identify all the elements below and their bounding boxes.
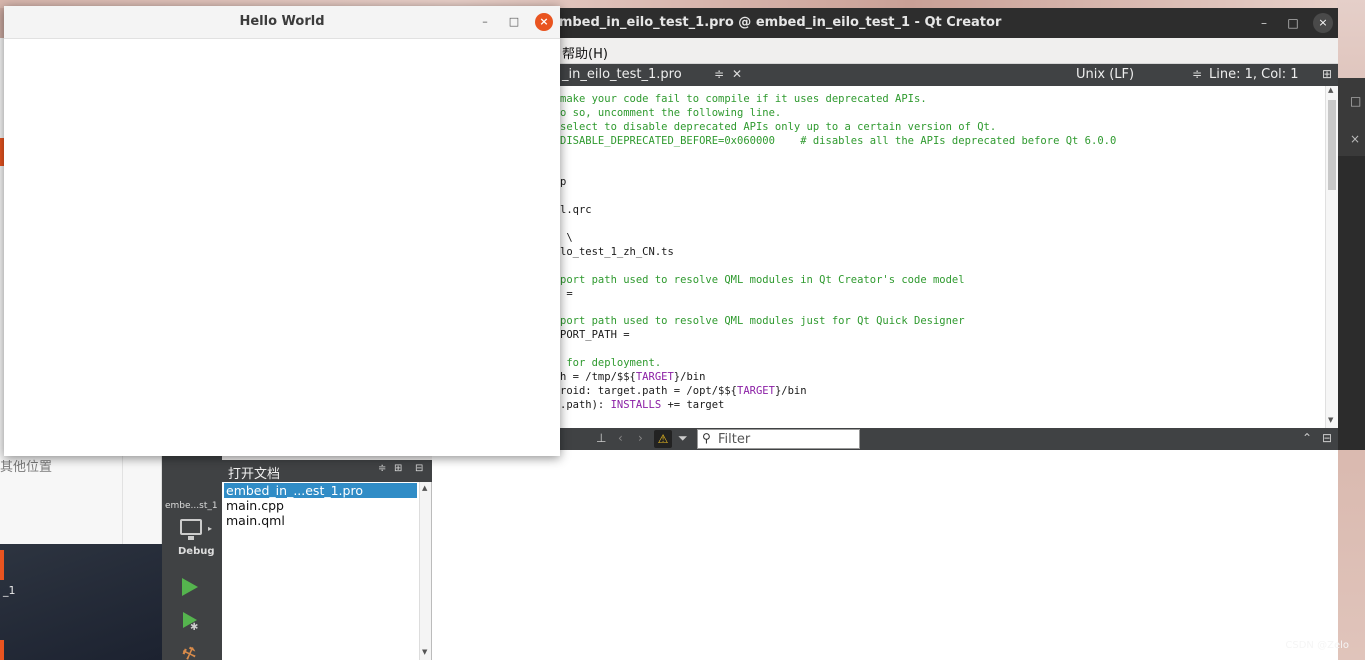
panel-close-icon[interactable]: ⊟ bbox=[415, 463, 423, 474]
maximize-button[interactable]: □ bbox=[505, 13, 523, 31]
window-title: embed_in_eilo_test_1.pro @ embed_in_eilo… bbox=[550, 15, 1002, 30]
code-line[interactable]: o so, uncomment the following line. bbox=[560, 106, 781, 120]
open-documents-title[interactable]: 打开文档 bbox=[228, 463, 280, 482]
output-pane-toolbar: ⊥ ‹ › ⚠ ⏷ ⚲ ⌃ ⊟ bbox=[432, 428, 1338, 450]
build-hammer-icon[interactable]: ⚒ bbox=[179, 642, 199, 660]
open-document-item[interactable]: embed_in_...est_1.pro bbox=[224, 483, 417, 498]
warning-filter-icon[interactable]: ⚠ bbox=[654, 430, 672, 448]
code-line[interactable]: for deployment. bbox=[560, 356, 661, 370]
run-icon[interactable] bbox=[182, 578, 198, 596]
close-button[interactable]: × bbox=[1313, 13, 1333, 33]
open-document-item[interactable]: main.cpp bbox=[224, 498, 417, 513]
file-manager-other-locations[interactable]: 其他位置 bbox=[0, 456, 52, 475]
close-document-icon[interactable]: ✕ bbox=[732, 67, 742, 81]
scroll-down-icon[interactable]: ▼ bbox=[422, 648, 427, 656]
hello-world-titlebar[interactable]: Hello World – □ × bbox=[4, 6, 560, 39]
scroll-up-icon[interactable]: ▲ bbox=[1328, 86, 1333, 94]
bug-icon: ✱ bbox=[190, 622, 199, 633]
scrollbar-thumb[interactable] bbox=[1328, 100, 1336, 190]
code-line[interactable]: PORT_PATH = bbox=[560, 328, 630, 342]
code-line[interactable]: \ bbox=[560, 231, 572, 245]
kit-menu-arrow-icon[interactable]: ▸ bbox=[208, 524, 212, 533]
code-line[interactable]: p bbox=[560, 175, 566, 189]
cursor-position-label[interactable]: Line: 1, Col: 1 bbox=[1209, 67, 1299, 82]
filter-funnel-icon[interactable]: ⏷ bbox=[678, 431, 688, 446]
open-documents-panel: 打开文档 ≑ ⊞ ⊟ embed_in_...est_1.pro main.cp… bbox=[222, 460, 432, 660]
monitor-stand-icon bbox=[188, 536, 194, 540]
filter-input[interactable] bbox=[718, 431, 856, 447]
kit-selector-monitor-icon[interactable] bbox=[180, 519, 202, 535]
close-button[interactable]: × bbox=[535, 13, 553, 31]
build-config-label: Debug bbox=[178, 546, 215, 557]
panel-switch-icon[interactable]: ≑ bbox=[378, 463, 386, 474]
code-line[interactable]: make your code fail to compile if it use… bbox=[560, 92, 927, 106]
clean-output-icon[interactable]: ⊥ bbox=[596, 431, 606, 445]
code-line[interactable]: port path used to resolve QML modules ju… bbox=[560, 314, 965, 328]
background-window-glyph: □ bbox=[1350, 94, 1362, 108]
code-line[interactable]: = bbox=[560, 287, 572, 301]
line-ending-arrows-icon[interactable]: ≑ bbox=[1192, 67, 1202, 81]
code-keyword: INSTALLS bbox=[610, 398, 662, 411]
code-editor[interactable]: make your code fail to compile if it use… bbox=[432, 86, 1338, 428]
background-dock: _1 bbox=[0, 544, 162, 660]
previous-item-icon[interactable]: ‹ bbox=[618, 431, 623, 445]
scroll-up-icon[interactable]: ▲ bbox=[422, 484, 427, 492]
code-keyword: TARGET bbox=[737, 384, 775, 397]
maximize-button[interactable]: □ bbox=[1283, 13, 1303, 33]
minimize-button[interactable]: – bbox=[476, 13, 494, 31]
code-line[interactable]: roid: target.path = /opt/$${TARGET}/bin bbox=[560, 384, 807, 398]
watermark: CSDN @Zelo bbox=[1285, 640, 1349, 651]
code-line[interactable]: lo_test_1_zh_CN.ts bbox=[560, 245, 674, 259]
open-documents-scrollbar[interactable]: ▲ ▼ bbox=[419, 482, 431, 660]
next-item-icon[interactable]: › bbox=[638, 431, 643, 445]
filter-box[interactable]: ⚲ bbox=[697, 429, 860, 449]
current-file-combo[interactable]: _in_eilo_test_1.pro bbox=[562, 67, 682, 82]
code-line[interactable]: select to disable deprecated APIs only u… bbox=[560, 120, 996, 134]
code-line[interactable]: port path used to resolve QML modules in… bbox=[560, 273, 965, 287]
dock-item-label[interactable]: _1 bbox=[3, 584, 16, 597]
code-line[interactable]: h = /tmp/$${TARGET}/bin bbox=[560, 370, 705, 384]
output-pane[interactable] bbox=[432, 450, 1338, 660]
open-document-item[interactable]: main.qml bbox=[224, 513, 417, 528]
dock-indicator bbox=[0, 550, 4, 580]
editor-scrollbar[interactable]: ▲ ▼ bbox=[1325, 86, 1338, 428]
open-documents-header: 打开文档 ≑ ⊞ ⊟ bbox=[222, 460, 432, 482]
maximize-pane-icon[interactable]: ⊟ bbox=[1322, 431, 1332, 445]
search-icon: ⚲ bbox=[702, 431, 711, 445]
scroll-down-icon[interactable]: ▼ bbox=[1328, 416, 1333, 424]
hello-world-window: Hello World – □ × bbox=[4, 6, 560, 456]
file-combo-arrows-icon[interactable]: ≑ bbox=[714, 67, 724, 81]
split-editor-icon[interactable]: ⊞ bbox=[1322, 67, 1332, 81]
code-line[interactable]: l.qrc bbox=[560, 203, 592, 217]
code-line[interactable]: DISABLE_DEPRECATED_BEFORE=0x060000 # dis… bbox=[560, 134, 1116, 148]
background-window-glyph: × bbox=[1350, 132, 1361, 146]
minimize-button[interactable]: – bbox=[1254, 13, 1274, 33]
background-window-right: □ × bbox=[1338, 78, 1365, 450]
menu-help[interactable]: 帮助(H) bbox=[562, 43, 608, 62]
line-ending-combo[interactable]: Unix (LF) bbox=[1076, 67, 1134, 82]
code-line[interactable]: .path): INSTALLS += target bbox=[560, 398, 724, 412]
editor-toolbar: _in_eilo_test_1.pro ≑ ✕ Unix (LF) ≑ Line… bbox=[432, 64, 1338, 86]
code-keyword: TARGET bbox=[635, 371, 674, 383]
collapse-pane-icon[interactable]: ⌃ bbox=[1302, 431, 1312, 445]
dock-indicator bbox=[0, 640, 4, 660]
split-icon[interactable]: ⊞ bbox=[394, 463, 402, 474]
kit-project-label: embe...st_1 bbox=[165, 501, 218, 511]
